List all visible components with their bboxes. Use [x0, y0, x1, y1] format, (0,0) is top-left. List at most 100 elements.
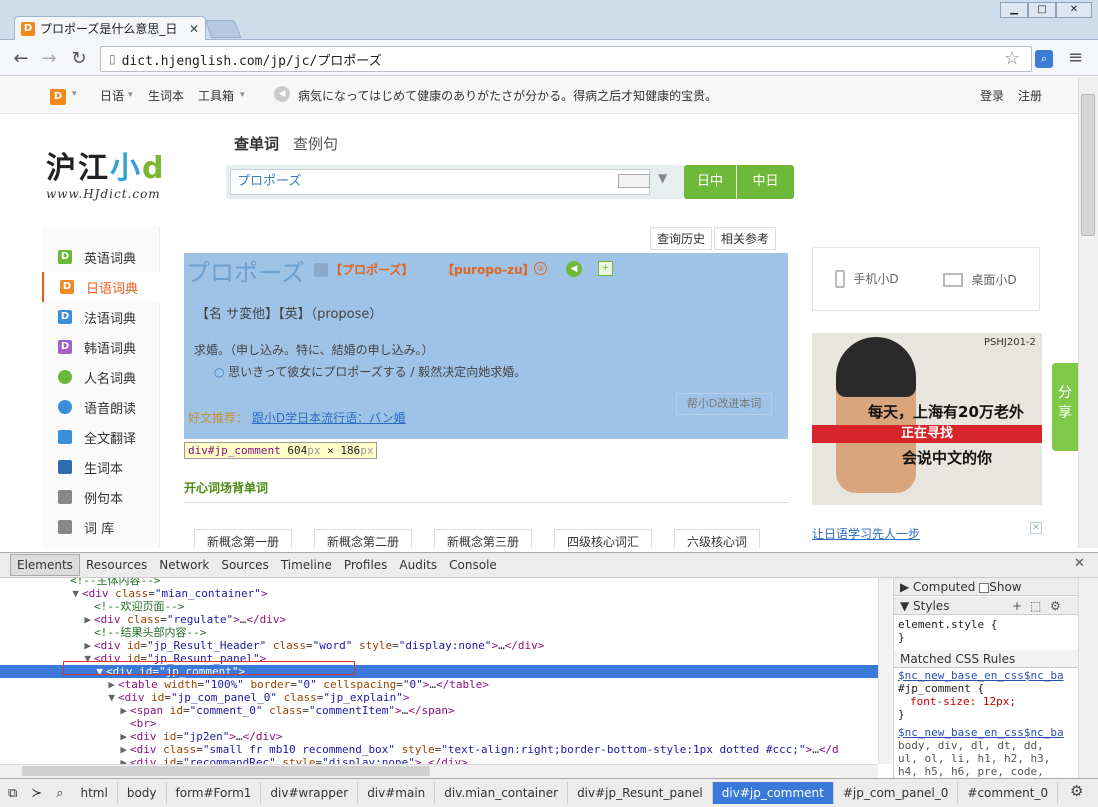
dom-node-line[interactable]: <!--欢迎页面-->: [0, 600, 878, 613]
breadcrumb-item[interactable]: div#jp_Resunt_panel: [568, 782, 713, 804]
devtools-tab[interactable]: Network: [153, 555, 215, 575]
page-scrollbar-thumb[interactable]: [1081, 94, 1095, 236]
category-button[interactable]: 新概念第三册: [434, 529, 533, 548]
breadcrumb-item[interactable]: #comment_0: [958, 782, 1059, 804]
breadcrumb-item[interactable]: div.mian_container: [435, 782, 569, 804]
speaker-icon[interactable]: ◀: [566, 261, 582, 277]
forward-arrow-icon[interactable]: →: [38, 48, 60, 69]
sidebar-item-4[interactable]: 人名词典: [42, 362, 160, 392]
breadcrumb-item[interactable]: #jp_com_panel_0: [834, 782, 959, 804]
address-bar[interactable]: ▯ dict.hjenglish.com/jp/jc/プロポーズ: [100, 46, 1032, 72]
tab-search-word[interactable]: 查单词: [234, 133, 279, 154]
search-icon[interactable]: ⌕: [48, 786, 71, 801]
back-arrow-icon[interactable]: ←: [10, 48, 32, 69]
search-input[interactable]: プロポーズ: [230, 169, 650, 195]
improve-button[interactable]: 帮小D改进本词: [676, 393, 772, 415]
dom-node-line[interactable]: ▼ <div id="jp_com_panel_0" class="jp_expl…: [0, 691, 878, 704]
breadcrumb-item[interactable]: div#main: [358, 782, 436, 804]
search-jc-button[interactable]: 日中: [684, 165, 736, 199]
dom-hscrollbar-thumb[interactable]: [22, 766, 430, 776]
dom-node-line[interactable]: <!--结果头部内容-->: [0, 626, 878, 639]
element-style[interactable]: element.style {: [898, 618, 997, 631]
recommend-link[interactable]: 跟小D学日本流行语：バン婚: [252, 411, 406, 425]
sidebar-item-6[interactable]: 全文翻译: [42, 422, 160, 452]
dom-node-line[interactable]: <br>: [0, 717, 878, 730]
nav-item-wordbook[interactable]: 生词本: [148, 87, 184, 104]
share-button[interactable]: 分享: [1052, 363, 1078, 451]
hj-logo-icon[interactable]: D: [50, 89, 66, 105]
breadcrumb-item[interactable]: body: [118, 782, 167, 804]
devtools-tab[interactable]: Resources: [80, 555, 153, 575]
dom-scrollbar[interactable]: [878, 578, 892, 764]
devtools-close-icon[interactable]: ✕: [1074, 556, 1085, 571]
tab-close-icon[interactable]: ✕: [189, 22, 199, 36]
expand-arrow-icon[interactable]: ▶: [0, 639, 94, 652]
close-window-icon[interactable]: ✕: [1056, 2, 1092, 18]
expand-arrow-icon[interactable]: ▶: [0, 613, 94, 626]
dom-node-line[interactable]: ▼ <div class="mian_container">: [0, 587, 878, 600]
settings-gear-icon[interactable]: ⚙: [1070, 782, 1083, 800]
chevron-down-icon[interactable]: ▼: [658, 171, 667, 185]
reload-icon[interactable]: ↻: [68, 48, 90, 69]
sidebar-item-0[interactable]: D 英语词典: [42, 242, 160, 272]
add-rule-icon[interactable]: +: [1012, 597, 1022, 615]
sidebar-item-3[interactable]: D 韩语词典: [42, 332, 160, 362]
ad-banner[interactable]: PSHJ201-2 每天，上海有20万老外 正在寻找 会说中文的你: [812, 333, 1042, 505]
nav-item-toolbox[interactable]: 工具箱: [198, 87, 234, 104]
breadcrumb-item[interactable]: html: [71, 782, 118, 804]
console-icon[interactable]: ≻: [25, 786, 48, 801]
devtools-tab[interactable]: Profiles: [338, 555, 394, 575]
styles-scrollbar[interactable]: [1078, 578, 1098, 778]
dom-node-line[interactable]: ▶ <span id="comment_0" class="commentItem…: [0, 704, 878, 717]
breadcrumb-item[interactable]: div#jp_comment: [712, 782, 834, 804]
dock-icon[interactable]: ⧉: [0, 786, 25, 801]
dom-node-line[interactable]: ▶ <div class="regulate">…</div>: [0, 613, 878, 626]
devtools-tab[interactable]: Console: [443, 555, 503, 575]
speaker-icon[interactable]: ◀: [274, 86, 290, 102]
expand-arrow-icon[interactable]: ▼: [0, 587, 82, 600]
ad-close-icon[interactable]: ✕: [1030, 522, 1042, 534]
expand-arrow-icon[interactable]: ▶: [0, 743, 130, 756]
desktop-app-link[interactable]: 桌面小D: [943, 271, 1017, 288]
tab-search-sentence[interactable]: 查例句: [293, 133, 338, 154]
sidebar-item-7[interactable]: 生词本: [42, 452, 160, 482]
minimize-icon[interactable]: ▁: [1000, 2, 1028, 18]
menu-icon[interactable]: ≡: [1068, 47, 1083, 68]
stylesheet-link[interactable]: $nc_new_base_en_css$nc_ba: [898, 726, 1064, 739]
related-button[interactable]: 相关参考: [714, 227, 777, 250]
devtools-tab[interactable]: Timeline: [275, 555, 338, 575]
dom-node-line[interactable]: ▶ <div id="jp_Result_Header" class="word"…: [0, 639, 878, 652]
toggle-state-icon[interactable]: ⬚: [1030, 597, 1041, 615]
rule-property[interactable]: font-size: 12px;: [910, 695, 1016, 708]
maximize-icon[interactable]: □: [1028, 2, 1056, 18]
bookmark-star-icon[interactable]: ☆: [1004, 48, 1020, 69]
login-link[interactable]: 登录: [980, 87, 1004, 104]
expand-arrow-icon[interactable]: ▶: [0, 756, 130, 764]
stylesheet-link[interactable]: $nc_new_base_en_css$nc_ba: [898, 669, 1064, 682]
sidebar-item-5[interactable]: 语音朗读: [42, 392, 160, 422]
styles-header[interactable]: ▼ Styles + ⬚ ⚙: [894, 597, 1078, 615]
add-wordbook-icon[interactable]: +: [598, 261, 613, 276]
register-link[interactable]: 注册: [1018, 87, 1042, 104]
dom-node-line[interactable]: ▶ <table width="100%" border="0" cellspac…: [0, 678, 878, 691]
sidebar-item-8[interactable]: 例句本: [42, 482, 160, 512]
search-cj-button[interactable]: 中日: [737, 165, 794, 199]
expand-arrow-icon[interactable]: ▶: [0, 704, 130, 717]
category-button[interactable]: 新概念第二册: [314, 529, 413, 548]
devtools-tab[interactable]: Elements: [10, 554, 80, 576]
daily-sentence[interactable]: 病気になってはじめて健康のありがたさが分かる。得病之后才知健康的宝贵。: [298, 87, 717, 104]
extension-search-icon[interactable]: ⌕: [1035, 50, 1053, 68]
nav-item-japanese[interactable]: 日语: [100, 87, 124, 104]
dom-node-line[interactable]: ▶ <div class="small fr mb10 recommend_box…: [0, 743, 878, 756]
category-button[interactable]: 六级核心词: [674, 529, 761, 548]
dom-node-line[interactable]: ▶ <div id="recommandRec" style="display:n…: [0, 756, 878, 764]
devtools-tab[interactable]: Audits: [393, 555, 443, 575]
category-button[interactable]: 四级核心词汇: [554, 529, 653, 548]
history-button[interactable]: 查询历史: [650, 227, 713, 250]
sidebar-item-2[interactable]: D 法语词典: [42, 302, 160, 332]
expand-arrow-icon[interactable]: ▶: [0, 730, 130, 743]
devtools-tab[interactable]: Sources: [215, 555, 274, 575]
new-tab-button[interactable]: [204, 20, 242, 38]
keyboard-icon[interactable]: [618, 174, 650, 188]
computed-header[interactable]: ▶ Computed Show inherited: [894, 578, 1078, 612]
